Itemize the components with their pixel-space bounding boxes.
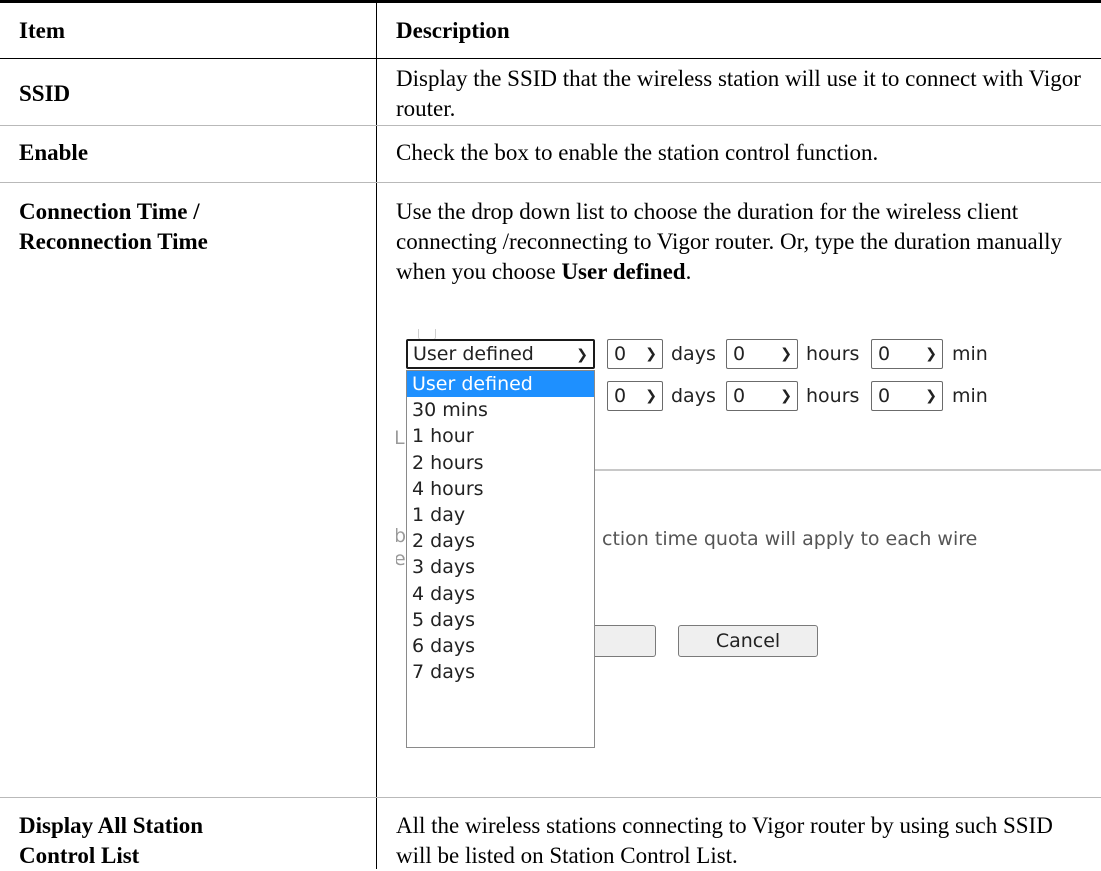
item-line: Display All Station	[19, 813, 204, 838]
min-label: min	[952, 385, 988, 407]
dropdown-option[interactable]: User defined	[407, 371, 594, 398]
chevron-down-icon: ❯	[925, 388, 937, 404]
dropdown-option[interactable]: 2 days	[407, 528, 594, 554]
station-control-screenshot: User defined ❯ 0 ❯ days 0 ❯ hours 0 ❯ min 0 ❯…	[396, 327, 1101, 767]
chevron-down-icon: ❯	[780, 388, 792, 404]
item-line: Connection Time /	[19, 199, 200, 224]
days-select[interactable]: 0 ❯	[607, 339, 663, 369]
item-line: Control List	[19, 843, 140, 868]
dropdown-option[interactable]: 1 hour	[407, 423, 594, 449]
description-enable: Check the box to enable the station cont…	[396, 140, 879, 165]
item-ssid: SSID	[19, 81, 71, 106]
min-select[interactable]: 0 ❯	[871, 339, 943, 369]
row-divider	[0, 797, 1101, 798]
hours-select[interactable]: 0 ❯	[726, 339, 798, 369]
user-defined-emphasis: User defined	[561, 259, 686, 284]
description-display-all: All the wireless stations connecting to …	[396, 813, 1053, 868]
description-connection-time: Use the drop down list to choose the dur…	[396, 197, 1086, 287]
hours-label: hours	[806, 385, 860, 407]
item-line: Reconnection Time	[19, 229, 208, 254]
dropdown-option[interactable]: 4 days	[407, 581, 594, 607]
min-select[interactable]: 0 ❯	[871, 381, 943, 411]
select-value: User defined	[413, 343, 534, 365]
description-period: .	[685, 259, 692, 284]
chevron-down-icon: ❯	[576, 347, 588, 363]
select-value: 0	[733, 385, 746, 407]
days-label: days	[671, 385, 716, 407]
item-connection-time: Connection Time / Reconnection Time	[19, 197, 359, 257]
duration-mode-select[interactable]: User defined ❯	[406, 339, 595, 369]
table-top-rule	[0, 0, 1101, 3]
row-divider	[0, 125, 1101, 126]
min-label: min	[952, 343, 988, 365]
description-table: Item Description SSID Display the SSID t…	[0, 0, 1101, 869]
dropdown-option[interactable]: 5 days	[407, 607, 594, 633]
row-divider	[0, 182, 1101, 183]
description-ssid: Display the SSID that the wireless stati…	[396, 66, 1081, 121]
header-item: Item	[19, 18, 65, 43]
chevron-down-icon: ❯	[780, 346, 792, 362]
header-description: Description	[396, 18, 510, 43]
dropdown-option[interactable]: 3 days	[407, 554, 594, 580]
dropdown-option[interactable]: 1 day	[407, 502, 594, 528]
select-value: 0	[733, 343, 746, 365]
duration-dropdown-list[interactable]: User defined 30 mins 1 hour 2 hours 4 ho…	[406, 370, 595, 748]
dropdown-option[interactable]: 7 days	[407, 659, 594, 685]
item-enable: Enable	[19, 140, 89, 165]
chevron-down-icon: ❯	[645, 346, 657, 362]
days-select[interactable]: 0 ❯	[607, 381, 663, 411]
quota-note-text: ction time quota will apply to each wire	[602, 528, 978, 550]
hours-label: hours	[806, 343, 860, 365]
dropdown-option[interactable]: 4 hours	[407, 476, 594, 502]
dropdown-option[interactable]: 30 mins	[407, 397, 594, 423]
table-header-rule	[0, 58, 1101, 59]
chevron-down-icon: ❯	[925, 346, 937, 362]
select-value: 0	[614, 385, 627, 407]
dropdown-option[interactable]: 6 days	[407, 633, 594, 659]
description-text: Use the drop down list to choose the dur…	[396, 199, 1063, 284]
column-divider	[376, 3, 377, 869]
hours-select[interactable]: 0 ❯	[726, 381, 798, 411]
ok-button[interactable]	[586, 625, 656, 657]
select-value: 0	[614, 343, 627, 365]
select-value: 0	[878, 385, 891, 407]
item-display-all: Display All Station Control List	[19, 811, 359, 871]
partial-text: e	[396, 548, 406, 570]
chevron-down-icon: ❯	[645, 388, 657, 404]
select-value: 0	[878, 343, 891, 365]
cancel-button[interactable]: Cancel	[678, 625, 818, 657]
days-label: days	[671, 343, 716, 365]
dropdown-option[interactable]: 2 hours	[407, 450, 594, 476]
